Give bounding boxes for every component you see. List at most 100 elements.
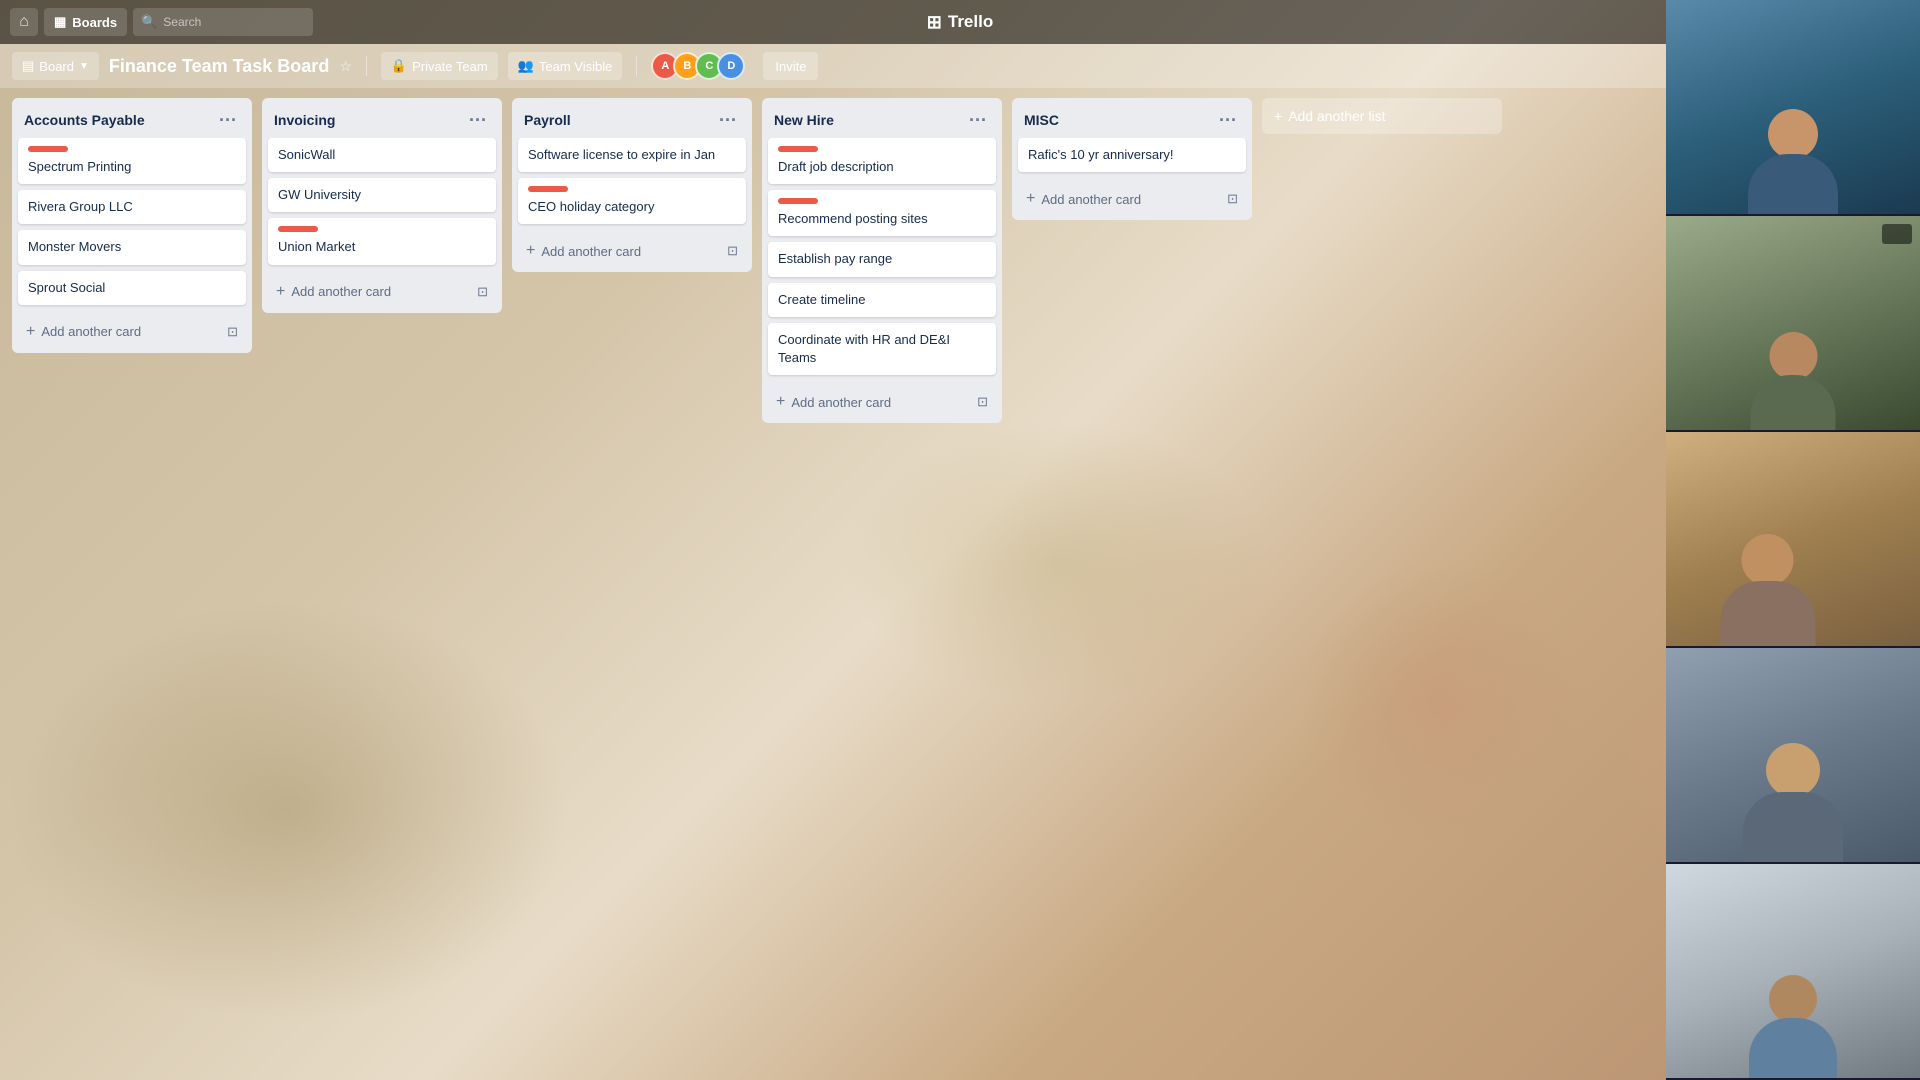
search-icon: 🔍	[141, 14, 157, 30]
card-text-c15: Rafic's 10 yr anniversary!	[1028, 147, 1174, 162]
add-list-label: Add another list	[1288, 108, 1385, 124]
card-text-c4: Sprout Social	[28, 280, 105, 295]
card-label-c11	[778, 198, 818, 204]
list-title-invoicing: Invoicing	[274, 112, 335, 128]
add-card-button-payroll[interactable]: + Add another card ⊡	[518, 236, 746, 266]
card-text-c11: Recommend posting sites	[778, 211, 928, 226]
add-card-button-accounts-payable[interactable]: + Add another card ⊡	[18, 317, 246, 347]
topbar: ⌂ ▦ Boards 🔍 Search ⊞ Trello + Create ❓ …	[0, 0, 1920, 44]
search-bar[interactable]: 🔍 Search	[133, 8, 313, 36]
team-visible-button[interactable]: 👥 Team Visible	[508, 52, 623, 80]
video-panel	[1666, 0, 1920, 1080]
board-title[interactable]: Finance Team Task Board	[109, 56, 329, 77]
card-c7[interactable]: Union Market	[268, 218, 496, 264]
plus-icon: +	[1026, 190, 1035, 208]
add-card-label-accounts-payable: Add another card	[41, 324, 141, 339]
card-text-c3: Monster Movers	[28, 239, 121, 254]
archive-icon-payroll: ⊡	[727, 243, 738, 259]
card-c10[interactable]: Draft job description	[768, 138, 996, 184]
topbar-left: ⌂ ▦ Boards 🔍 Search	[10, 8, 313, 36]
card-c1[interactable]: Spectrum Printing	[18, 138, 246, 184]
card-c11[interactable]: Recommend posting sites	[768, 190, 996, 236]
card-c2[interactable]: Rivera Group LLC	[18, 190, 246, 224]
card-c6[interactable]: GW University	[268, 178, 496, 212]
card-text-c6: GW University	[278, 187, 361, 202]
plus-icon: +	[526, 242, 535, 260]
card-text-c2: Rivera Group LLC	[28, 199, 133, 214]
topbar-center: ⊞ Trello	[927, 12, 993, 33]
video-slot-1	[1666, 0, 1920, 216]
board-star-icon[interactable]: ☆	[339, 58, 352, 75]
add-card-label-new-hire: Add another card	[791, 395, 891, 410]
home-icon[interactable]: ⌂	[10, 8, 38, 36]
plus-icon: +	[276, 283, 285, 301]
list-menu-accounts-payable[interactable]: ···	[216, 108, 240, 132]
team-icon: 👥	[518, 58, 534, 74]
list-cards-payroll: Software license to expire in Jan CEO hol…	[512, 138, 752, 230]
add-card-label-payroll: Add another card	[541, 244, 641, 259]
private-team-button[interactable]: 🔒 Private Team	[381, 52, 498, 80]
add-card-label-misc: Add another card	[1041, 192, 1141, 207]
card-c15[interactable]: Rafic's 10 yr anniversary!	[1018, 138, 1246, 172]
member-avatar-4[interactable]: D	[717, 52, 745, 80]
video-slot-3	[1666, 432, 1920, 648]
add-card-button-new-hire[interactable]: + Add another card ⊡	[768, 387, 996, 417]
video-slot-4	[1666, 648, 1920, 864]
board-content: Accounts Payable ··· Spectrum PrintingRi…	[0, 88, 1666, 1080]
member-avatars: A B C D	[651, 52, 745, 80]
plus-icon: +	[776, 393, 785, 411]
card-c8[interactable]: Software license to expire in Jan	[518, 138, 746, 172]
card-c14[interactable]: Coordinate with HR and DE&I Teams	[768, 323, 996, 375]
video-slot-5	[1666, 864, 1920, 1080]
card-text-c14: Coordinate with HR and DE&I Teams	[778, 332, 950, 365]
list-title-misc: MISC	[1024, 112, 1059, 128]
card-text-c12: Establish pay range	[778, 251, 892, 266]
list-payroll: Payroll ··· Software license to expire i…	[512, 98, 752, 272]
list-menu-new-hire[interactable]: ···	[966, 108, 990, 132]
list-title-new-hire: New Hire	[774, 112, 834, 128]
list-menu-invoicing[interactable]: ···	[466, 108, 490, 132]
list-cards-accounts-payable: Spectrum Printing Rivera Group LLC Monster…	[12, 138, 252, 311]
card-label-c7	[278, 226, 318, 232]
list-cards-invoicing: SonicWall GW University Union Market	[262, 138, 502, 271]
card-label-c10	[778, 146, 818, 152]
card-text-c13: Create timeline	[778, 292, 865, 307]
plus-icon: +	[26, 323, 35, 341]
invite-button[interactable]: Invite	[763, 52, 818, 80]
card-text-c5: SonicWall	[278, 147, 335, 162]
archive-icon-new-hire: ⊡	[977, 394, 988, 410]
add-list-button[interactable]: + Add another list	[1262, 98, 1502, 134]
lock-icon: 🔒	[391, 58, 407, 74]
board-dropdown-icon: ▼	[79, 61, 89, 72]
list-menu-payroll[interactable]: ···	[716, 108, 740, 132]
separator	[366, 56, 367, 76]
list-accounts-payable: Accounts Payable ··· Spectrum PrintingRi…	[12, 98, 252, 353]
card-text-c9: CEO holiday category	[528, 199, 654, 214]
add-card-button-invoicing[interactable]: + Add another card ⊡	[268, 277, 496, 307]
plus-icon-addlist: +	[1274, 108, 1282, 124]
video-slot-2	[1666, 216, 1920, 432]
add-card-button-misc[interactable]: + Add another card ⊡	[1018, 184, 1246, 214]
archive-icon-invoicing: ⊡	[477, 284, 488, 300]
list-misc: MISC ··· Rafic's 10 yr anniversary! + Ad…	[1012, 98, 1252, 220]
list-title-payroll: Payroll	[524, 112, 571, 128]
boards-icon: ▦	[54, 14, 66, 30]
archive-icon-misc: ⊡	[1227, 191, 1238, 207]
board-header: ▤ Board ▼ Finance Team Task Board ☆ 🔒 Pr…	[0, 44, 1666, 88]
card-text-c10: Draft job description	[778, 159, 894, 174]
card-c5[interactable]: SonicWall	[268, 138, 496, 172]
card-label-c1	[28, 146, 68, 152]
list-menu-misc[interactable]: ···	[1216, 108, 1240, 132]
card-text-c7: Union Market	[278, 239, 355, 254]
card-c12[interactable]: Establish pay range	[768, 242, 996, 276]
list-new-hire: New Hire ··· Draft job description Recomm…	[762, 98, 1002, 423]
board-link-button[interactable]: ▤ Board ▼	[12, 52, 99, 80]
card-c3[interactable]: Monster Movers	[18, 230, 246, 264]
card-c9[interactable]: CEO holiday category	[518, 178, 746, 224]
boards-button[interactable]: ▦ Boards	[44, 8, 127, 36]
card-c4[interactable]: Sprout Social	[18, 271, 246, 305]
trello-icon: ⊞	[927, 12, 942, 33]
card-text-c8: Software license to expire in Jan	[528, 147, 715, 162]
card-c13[interactable]: Create timeline	[768, 283, 996, 317]
separator-2	[636, 56, 637, 76]
